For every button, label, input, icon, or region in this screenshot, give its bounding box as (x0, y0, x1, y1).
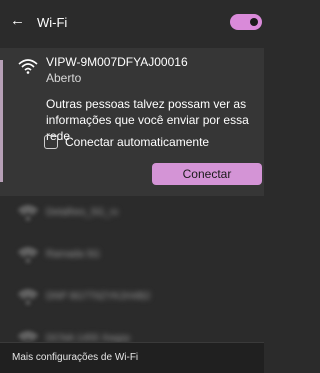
network-name: Detalhes_5G_rx (46, 207, 119, 218)
auto-connect-checkbox[interactable] (44, 135, 58, 149)
network-status: Aberto (46, 71, 82, 85)
network-name: DNP 8G7T6ZYK2H4B2 (46, 291, 151, 302)
network-name: Ramada 5G (46, 249, 100, 260)
network-list-item[interactable]: Ramada 5G (0, 238, 264, 274)
wifi-signal-icon (18, 59, 38, 74)
wifi-signal-icon (18, 248, 38, 263)
page-title: Wi-Fi (37, 15, 68, 30)
wifi-signal-icon (18, 206, 38, 221)
back-arrow-icon[interactable]: ← (10, 13, 26, 29)
footer: Mais configurações de Wi-Fi (0, 342, 264, 373)
network-list-item[interactable]: Detalhes_5G_rx (0, 196, 264, 232)
selection-indicator (0, 60, 3, 182)
more-wifi-settings-link[interactable]: Mais configurações de Wi-Fi (12, 352, 138, 363)
network-list-item[interactable]: DNP 8G7T6ZYK2H4B2 (0, 280, 264, 316)
wifi-header: ← Wi-Fi (0, 0, 264, 46)
auto-connect-label[interactable]: Conectar automaticamente (65, 135, 209, 149)
connect-button[interactable]: Conectar (152, 163, 262, 185)
wifi-signal-icon (18, 290, 38, 305)
wifi-toggle[interactable] (230, 14, 262, 30)
network-name: VIPW-9M007DFYAJ00016 (46, 55, 188, 69)
toggle-knob (250, 18, 258, 26)
